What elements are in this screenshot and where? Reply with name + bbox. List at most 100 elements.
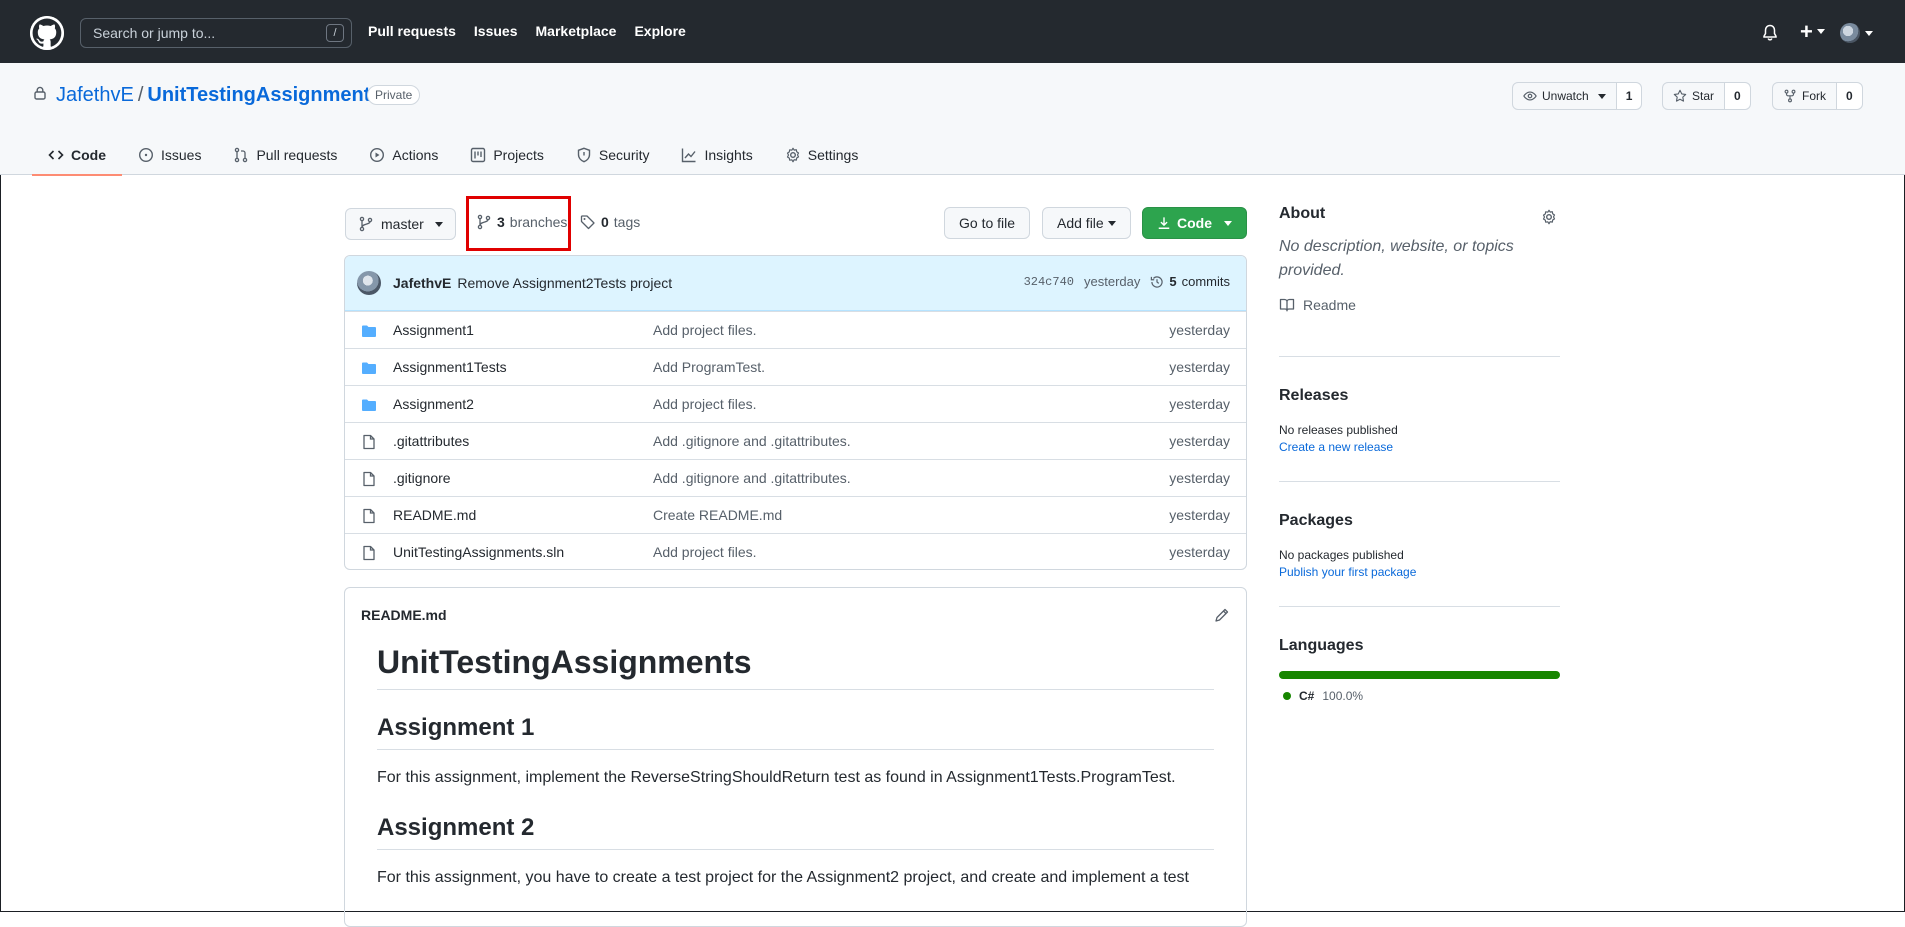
file-commit-message[interactable]: Add .gitignore and .gitattributes.	[653, 433, 851, 449]
chevron-down-icon[interactable]	[1865, 31, 1873, 36]
tab-pull-requests[interactable]: Pull requests	[217, 135, 353, 175]
bell-icon[interactable]	[1762, 24, 1778, 42]
add-file-button[interactable]: Add file	[1042, 207, 1131, 239]
add-file-label: Add file	[1057, 215, 1104, 231]
file-name[interactable]: .gitattributes	[393, 433, 469, 449]
fork-button-group: Fork 0	[1772, 82, 1863, 110]
file-commit-message[interactable]: Create README.md	[653, 507, 782, 523]
publish-package-link[interactable]: Publish your first package	[1279, 565, 1560, 579]
star-button[interactable]: Star	[1663, 83, 1726, 109]
tags-link[interactable]: 0 tags	[580, 214, 640, 230]
nav-explore[interactable]: Explore	[634, 23, 685, 39]
tab-issues[interactable]: Issues	[122, 135, 217, 175]
watch-button-group: Unwatch 1	[1512, 82, 1643, 110]
create-new-icon[interactable]: +	[1800, 20, 1813, 44]
file-commit-message[interactable]: Add project files.	[653, 544, 757, 560]
tab-code[interactable]: Code	[32, 135, 122, 176]
repo-tabs: Code Issues Pull requests Actions Projec…	[32, 135, 875, 176]
language-item[interactable]: C# 100.0%	[1279, 689, 1560, 703]
branch-select-button[interactable]: master	[345, 208, 456, 240]
star-icon	[1673, 89, 1687, 102]
star-button-group: Star 0	[1662, 82, 1751, 110]
file-name[interactable]: README.md	[393, 507, 476, 523]
create-release-link[interactable]: Create a new release	[1279, 440, 1560, 454]
readme-paragraph: For this assignment, implement the Rever…	[377, 769, 1176, 786]
visibility-badge: Private	[367, 85, 421, 105]
file-commit-message[interactable]: Add .gitignore and .gitattributes.	[653, 470, 851, 486]
readme-filename[interactable]: README.md	[361, 607, 447, 623]
tab-insights[interactable]: Insights	[665, 135, 768, 175]
graph-icon	[682, 148, 697, 163]
file-row[interactable]: Assignment2 Add project files. yesterday	[345, 385, 1246, 422]
nav-marketplace[interactable]: Marketplace	[536, 23, 617, 39]
tab-label: Security	[598, 147, 650, 163]
file-row[interactable]: UnitTestingAssignments.sln Add project f…	[345, 533, 1246, 569]
gear-icon	[786, 147, 799, 163]
language-bar	[1279, 671, 1560, 679]
readme-link-label: Readme	[1303, 297, 1356, 313]
file-icon	[363, 545, 375, 561]
languages-section: Languages C# 100.0%	[1279, 606, 1560, 703]
search-input[interactable]: Search or jump to... /	[80, 18, 352, 48]
readme-heading: Assignment 2	[377, 814, 1214, 850]
pencil-icon[interactable]	[1214, 607, 1230, 623]
commit-age: yesterday	[1084, 274, 1141, 289]
about-description: No description, website, or topics provi…	[1279, 238, 1514, 279]
nav-issues[interactable]: Issues	[474, 23, 518, 39]
file-age: yesterday	[1169, 433, 1230, 449]
repo-owner-link[interactable]: JafethvE	[56, 84, 134, 106]
chevron-down-icon[interactable]	[1817, 29, 1825, 34]
about-section: About No description, website, or topics…	[1279, 205, 1560, 313]
avatar[interactable]	[357, 271, 381, 295]
file-row[interactable]: README.md Create README.md yesterday	[345, 496, 1246, 533]
watch-count[interactable]: 1	[1616, 83, 1642, 109]
shield-icon	[577, 147, 591, 163]
nav-pull-requests[interactable]: Pull requests	[368, 23, 456, 39]
file-name[interactable]: Assignment1	[393, 322, 474, 338]
file-row[interactable]: Assignment1 Add project files. yesterday	[345, 311, 1246, 348]
file-commit-message[interactable]: Add project files.	[653, 396, 757, 412]
unwatch-button[interactable]: Unwatch	[1513, 83, 1617, 109]
repo-name-link[interactable]: UnitTestingAssignments	[147, 84, 381, 106]
folder-icon	[362, 325, 376, 337]
highlight-annotation-box	[466, 196, 571, 251]
commits-link[interactable]: 5 commits	[1150, 274, 1230, 289]
tab-settings[interactable]: Settings	[769, 135, 875, 175]
star-count[interactable]: 0	[1725, 83, 1750, 109]
search-shortcut-hint: /	[326, 24, 344, 42]
github-logo-icon[interactable]	[30, 16, 64, 50]
fork-count[interactable]: 0	[1837, 83, 1862, 109]
languages-title: Languages	[1279, 637, 1364, 654]
repo-title: JafethvE / UnitTestingAssignments	[56, 84, 381, 107]
commit-sha[interactable]: 324c740	[1024, 275, 1074, 289]
commit-count: 5	[1169, 274, 1177, 289]
readme-heading: Assignment 1	[377, 714, 1214, 750]
file-row[interactable]: .gitignore Add .gitignore and .gitattrib…	[345, 459, 1246, 496]
packages-title[interactable]: Packages	[1279, 512, 1560, 530]
commit-author[interactable]: JafethvE	[393, 275, 451, 291]
file-name[interactable]: Assignment1Tests	[393, 359, 507, 375]
file-row[interactable]: Assignment1Tests Add ProgramTest. yester…	[345, 348, 1246, 385]
tab-label: Issues	[161, 147, 202, 163]
tab-actions[interactable]: Actions	[353, 135, 454, 175]
file-name[interactable]: Assignment2	[393, 396, 474, 412]
book-icon	[1279, 298, 1295, 312]
tab-projects[interactable]: Projects	[454, 135, 560, 175]
go-to-file-button[interactable]: Go to file	[944, 207, 1031, 239]
commit-message[interactable]: Remove Assignment2Tests project	[457, 275, 672, 291]
file-name[interactable]: .gitignore	[393, 470, 451, 486]
tab-security[interactable]: Security	[560, 135, 666, 175]
avatar[interactable]	[1840, 23, 1860, 43]
fork-button[interactable]: Fork	[1773, 83, 1837, 109]
releases-title[interactable]: Releases	[1279, 387, 1560, 405]
branch-name: master	[381, 216, 424, 232]
readme-link[interactable]: Readme	[1279, 297, 1560, 313]
star-label: Star	[1692, 89, 1715, 103]
gear-icon[interactable]	[1541, 209, 1557, 225]
file-row[interactable]: .gitattributes Add .gitignore and .gitat…	[345, 422, 1246, 459]
file-commit-message[interactable]: Add project files.	[653, 322, 757, 338]
file-name[interactable]: UnitTestingAssignments.sln	[393, 544, 564, 560]
code-button[interactable]: Code	[1142, 207, 1247, 239]
eye-icon	[1523, 91, 1537, 101]
file-commit-message[interactable]: Add ProgramTest.	[653, 359, 765, 375]
